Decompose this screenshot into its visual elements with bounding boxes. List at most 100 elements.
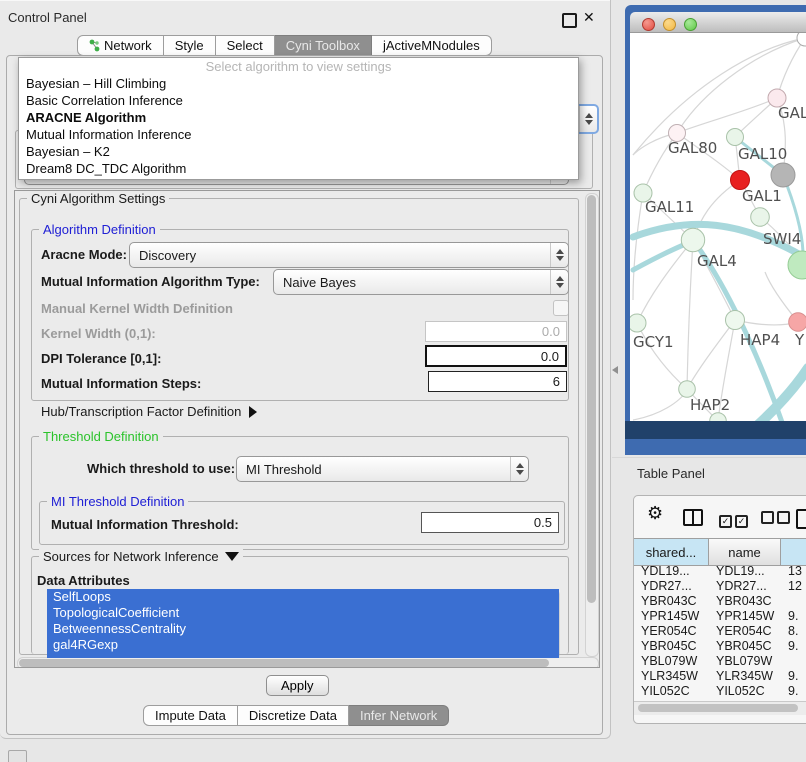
network-node[interactable] (789, 313, 806, 332)
collapsed-panel-icon[interactable] (8, 750, 27, 762)
table-cell: YDR27... (634, 579, 709, 594)
table-cell: 8. (781, 624, 806, 639)
close-icon[interactable]: ✕ (583, 9, 595, 26)
attribute-item-selected[interactable]: TopologicalCoefficient (47, 605, 559, 621)
screen: Control Panel ✕ NetworkStyleSelectCyni T… (0, 0, 806, 762)
tab-jactivemnodules[interactable]: jActiveMNodules (372, 35, 492, 56)
settings-vertical-scrollbar[interactable] (585, 193, 599, 657)
network-edge (687, 240, 693, 389)
column-header-extra[interactable] (781, 539, 806, 565)
network-node[interactable] (771, 163, 795, 187)
table-row[interactable]: YER054CYER054C8. (634, 624, 806, 639)
table-row[interactable]: YLR345WYLR345W9. (634, 669, 806, 684)
tab-discretize-data[interactable]: Discretize Data (238, 705, 349, 726)
aracne-mode-combo[interactable]: Discovery (129, 242, 569, 268)
new-table-icon[interactable] (796, 509, 806, 529)
tab-network[interactable]: Network (77, 35, 164, 56)
deselect-all-columns-icon[interactable] (761, 511, 790, 529)
tab-label: Cyni Toolbox (286, 38, 360, 53)
tab-impute-data[interactable]: Impute Data (143, 705, 238, 726)
tab-label: Impute Data (155, 708, 226, 723)
network-node-label: GAL10 (738, 145, 787, 163)
network-edge (687, 320, 735, 389)
apply-button[interactable]: Apply (266, 675, 329, 696)
table-row[interactable]: YDL19...YDL19...13 (634, 564, 806, 579)
column-header-shared[interactable]: shared... (634, 539, 709, 565)
dropdown-item[interactable]: Dream8 DC_TDC Algorithm (19, 160, 578, 177)
table-cell: YBR045C (634, 639, 709, 654)
column-header-name[interactable]: name (709, 539, 781, 565)
tab-label: Style (175, 38, 204, 53)
table-cell: YLR345W (634, 669, 709, 684)
network-node-label: SWI4 (763, 230, 801, 248)
settings-horizontal-scrollbar[interactable] (17, 657, 599, 668)
dropdown-item[interactable]: Mutual Information Inference (19, 126, 578, 143)
table-panel-title: Table Panel (637, 466, 705, 481)
dropdown-item[interactable]: Bayesian – K2 (19, 143, 578, 160)
network-node[interactable] (751, 208, 770, 227)
table-cell: YPR145W (634, 609, 709, 624)
tab-label: Discretize Data (249, 708, 337, 723)
network-node[interactable] (727, 129, 744, 146)
minimize-traffic-icon[interactable] (663, 18, 676, 31)
dropdown-item[interactable]: Bayesian – Hill Climbing (19, 75, 578, 92)
network-node[interactable] (681, 228, 704, 251)
table-cell: 13 (781, 564, 806, 579)
tab-label: Network (104, 38, 152, 53)
attribute-item-selected[interactable]: gal4RGexp (47, 637, 559, 653)
table-body: YDL19...YDL19...13YDR27...YDR27...12YBR0… (634, 564, 806, 701)
network-canvas[interactable]: GALGAL80GAL10GAL1GAL11SWI4GAL4GCY1HAP4YH… (630, 33, 806, 421)
dropdown-prompt: Select algorithm to view settings (19, 58, 578, 75)
network-node[interactable] (797, 33, 806, 46)
table-horizontal-scrollbar[interactable] (634, 701, 806, 715)
network-node-label: GAL80 (668, 139, 717, 157)
table-cell: YDL19... (634, 564, 709, 579)
which-threshold-value: MI Threshold (237, 462, 510, 477)
table-cell: YBR043C (634, 594, 709, 609)
attribute-item-selected[interactable]: SelfLoops (47, 589, 559, 605)
which-threshold-combo[interactable]: MI Threshold (236, 456, 529, 482)
network-edge (633, 193, 643, 300)
table-cell: 9. (781, 639, 806, 654)
combo-arrows-icon (510, 457, 528, 481)
gear-icon[interactable]: ⚙ (647, 503, 663, 524)
network-node-label: HAP4 (740, 331, 780, 349)
table-header: shared... name (634, 538, 806, 566)
table-cell: 9. (781, 669, 806, 684)
mi-type-combo[interactable]: Naive Bayes (273, 269, 569, 295)
network-icon (89, 39, 100, 52)
table-row[interactable]: YPR145WYPR145W9. (634, 609, 806, 624)
table-row[interactable]: YDR27...YDR27...12 (634, 579, 806, 594)
data-attributes-list[interactable]: SelfLoopsTopologicalCoefficientBetweenne… (47, 589, 559, 658)
tab-select[interactable]: Select (216, 35, 275, 56)
close-traffic-icon[interactable] (642, 18, 655, 31)
network-window-titlebar[interactable] (630, 12, 806, 33)
sources-group-title: Sources for Network Inference (43, 549, 219, 564)
sources-group-title-wrap[interactable]: Sources for Network Inference (39, 549, 243, 564)
table-row[interactable]: YBR043CYBR043C (634, 594, 806, 609)
attribute-item-selected[interactable]: BetweennessCentrality (47, 621, 559, 637)
table-cell: YBR045C (709, 639, 781, 654)
network-node[interactable] (726, 311, 745, 330)
select-all-columns-icon[interactable]: ✓✓ (719, 511, 748, 529)
tab-style[interactable]: Style (164, 35, 216, 56)
zoom-traffic-icon[interactable] (684, 18, 697, 31)
split-collapse-icon[interactable] (612, 366, 618, 374)
tab-infer-network[interactable]: Infer Network (349, 705, 449, 726)
tab-cyni-toolbox[interactable]: Cyni Toolbox (275, 35, 372, 56)
network-node[interactable] (679, 381, 696, 398)
network-node[interactable] (630, 314, 646, 332)
dropdown-item[interactable]: ARACNE Algorithm (19, 109, 578, 126)
table-row[interactable]: YBR045CYBR045C9. (634, 639, 806, 654)
network-node[interactable] (788, 251, 806, 279)
mi-threshold-group: MI Threshold Definition (39, 501, 565, 545)
table-row[interactable]: YBL079WYBL079W (634, 654, 806, 669)
split-columns-icon[interactable] (683, 509, 703, 526)
mi-type-value: Naive Bayes (274, 275, 550, 290)
mi-threshold-group-title: MI Threshold Definition (47, 494, 188, 509)
tab-label: Select (227, 38, 263, 53)
table-row[interactable]: YIL052CYIL052C9. (634, 684, 806, 699)
dropdown-item[interactable]: Basic Correlation Inference (19, 92, 578, 109)
float-window-icon[interactable] (562, 13, 577, 28)
network-node-label: Y (794, 331, 805, 349)
